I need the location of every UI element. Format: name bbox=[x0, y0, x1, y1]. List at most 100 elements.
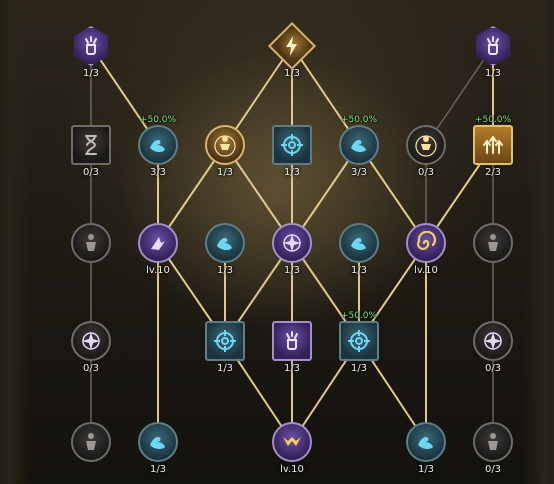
level-label: 1/3 bbox=[149, 464, 167, 475]
body-target-icon bbox=[415, 135, 437, 157]
talent-node-frame bbox=[339, 321, 379, 361]
level-label: 1/3 bbox=[216, 265, 234, 276]
talent-tree-panel: 1/3 1/3 1/3 0/3 +50.0% 3/3 1/3 1/3 +50.0% 3/3 0/3 +… bbox=[0, 0, 554, 484]
talent-node-frame bbox=[71, 321, 111, 361]
body-icon bbox=[488, 234, 498, 251]
talent-node-body[interactable] bbox=[67, 422, 115, 484]
flexed-arm-icon bbox=[351, 140, 366, 153]
talent-node-frame bbox=[339, 125, 379, 165]
talent-node-frame bbox=[406, 422, 446, 462]
talent-node-frame bbox=[473, 125, 513, 165]
talent-node-frame bbox=[473, 422, 513, 462]
level-label: 1/3 bbox=[216, 363, 234, 374]
flexed-arm-icon bbox=[217, 238, 232, 251]
talent-node-frame bbox=[71, 125, 111, 165]
talent-node-frame bbox=[406, 223, 446, 263]
level-label: 0/3 bbox=[484, 363, 502, 374]
fist-aura-icon bbox=[286, 331, 298, 350]
talent-node-frame bbox=[473, 321, 513, 361]
talent-node-body[interactable] bbox=[469, 223, 517, 287]
level-label: 1/3 bbox=[484, 68, 502, 79]
talent-node-hourglass[interactable]: 0/3 bbox=[67, 125, 115, 189]
talent-node-frame bbox=[267, 21, 317, 71]
level-label: 0/3 bbox=[82, 363, 100, 374]
bonus-label: +50.0% bbox=[340, 115, 378, 125]
talent-node-body-target[interactable]: 1/3 bbox=[201, 125, 249, 189]
talent-node-crosshair[interactable]: 1/3 bbox=[201, 321, 249, 385]
compass-star-icon bbox=[484, 332, 502, 350]
hourglass-icon bbox=[85, 135, 97, 155]
talent-node-compass-star[interactable]: 0/3 bbox=[469, 321, 517, 385]
bonus-label: +50.0% bbox=[340, 311, 378, 321]
talent-node-body[interactable] bbox=[67, 223, 115, 287]
level-label: 0/3 bbox=[417, 167, 435, 178]
talent-node-frame bbox=[475, 26, 511, 66]
level-label: 1/3 bbox=[283, 68, 301, 79]
level-label: 1/3 bbox=[283, 363, 301, 374]
crosshair-icon bbox=[214, 330, 236, 352]
flexed-arm-icon bbox=[418, 437, 433, 450]
talent-node-lightning-rune[interactable]: 1/3 bbox=[267, 21, 317, 90]
talent-node-frame bbox=[71, 422, 111, 462]
level-label: 0/3 bbox=[82, 167, 100, 178]
talent-node-frame bbox=[473, 223, 513, 263]
compass-star-icon bbox=[283, 234, 301, 252]
body-icon bbox=[86, 234, 96, 251]
talent-node-frame bbox=[272, 223, 312, 263]
triple-arrow-up-icon bbox=[483, 135, 503, 154]
talent-node-swirl[interactable]: lv.10 bbox=[402, 223, 450, 287]
talent-node-dash-strike[interactable]: lv.10 bbox=[134, 223, 182, 287]
talent-node-flexed-arm[interactable]: +50.0% 3/3 bbox=[335, 115, 383, 189]
talent-node-flexed-arm[interactable]: 1/3 bbox=[335, 223, 383, 287]
body-target-icon bbox=[214, 135, 236, 157]
level-label: 1/3 bbox=[216, 167, 234, 178]
talent-node-compass-star[interactable]: 1/3 bbox=[268, 223, 316, 287]
level-label: 3/3 bbox=[149, 167, 167, 178]
talent-node-flexed-arm[interactable]: +50.0% 3/3 bbox=[134, 115, 182, 189]
talent-node-compass-star[interactable]: 0/3 bbox=[67, 321, 115, 385]
level-label: 1/3 bbox=[283, 167, 301, 178]
level-label: lv.10 bbox=[414, 265, 438, 276]
talent-node-frame bbox=[205, 223, 245, 263]
talent-node-frame bbox=[205, 125, 245, 165]
talent-node-frame bbox=[272, 125, 312, 165]
talent-node-flexed-arm[interactable]: 1/3 bbox=[134, 422, 182, 484]
talent-node-wing-crest[interactable]: lv.10 bbox=[268, 422, 316, 484]
level-label: 1/3 bbox=[82, 68, 100, 79]
talent-node-frame bbox=[73, 26, 109, 66]
level-label: 2/3 bbox=[484, 167, 502, 178]
talent-node-crosshair[interactable]: +50.0% 1/3 bbox=[335, 311, 383, 385]
talent-node-frame bbox=[138, 223, 178, 263]
talent-node-body[interactable]: 0/3 bbox=[469, 422, 517, 484]
lightning-rune-icon bbox=[286, 36, 297, 56]
level-label: 1/3 bbox=[350, 363, 368, 374]
level-label: 3/3 bbox=[350, 167, 368, 178]
fist-aura-icon bbox=[487, 36, 499, 55]
level-label: 0/3 bbox=[484, 464, 502, 475]
talent-node-fist-aura[interactable]: 1/3 bbox=[268, 321, 316, 385]
talent-node-flexed-arm[interactable]: 1/3 bbox=[402, 422, 450, 484]
talent-node-crosshair[interactable]: 1/3 bbox=[268, 125, 316, 189]
talent-node-body-target[interactable]: 0/3 bbox=[402, 125, 450, 189]
level-label: 1/3 bbox=[417, 464, 435, 475]
talent-node-flexed-arm[interactable]: 1/3 bbox=[201, 223, 249, 287]
talent-node-frame bbox=[138, 125, 178, 165]
crosshair-icon bbox=[348, 330, 370, 352]
wing-crest-icon bbox=[283, 437, 301, 446]
talent-node-frame bbox=[406, 125, 446, 165]
talent-node-frame bbox=[205, 321, 245, 361]
talent-node-frame bbox=[138, 422, 178, 462]
compass-star-icon bbox=[82, 332, 100, 350]
level-label: lv.10 bbox=[280, 464, 304, 475]
bonus-label: +50.0% bbox=[474, 115, 512, 125]
talent-node-fist-aura[interactable]: 1/3 bbox=[67, 26, 115, 90]
flexed-arm-icon bbox=[351, 238, 366, 251]
swirl-icon bbox=[417, 231, 436, 250]
talent-node-triple-arrow-up[interactable]: +50.0% 2/3 bbox=[469, 115, 517, 189]
body-icon bbox=[86, 433, 96, 450]
level-label: lv.10 bbox=[146, 265, 170, 276]
talent-node-frame bbox=[71, 223, 111, 263]
crosshair-icon bbox=[281, 134, 303, 156]
talent-node-fist-aura[interactable]: 1/3 bbox=[469, 26, 517, 90]
body-icon bbox=[488, 433, 498, 450]
